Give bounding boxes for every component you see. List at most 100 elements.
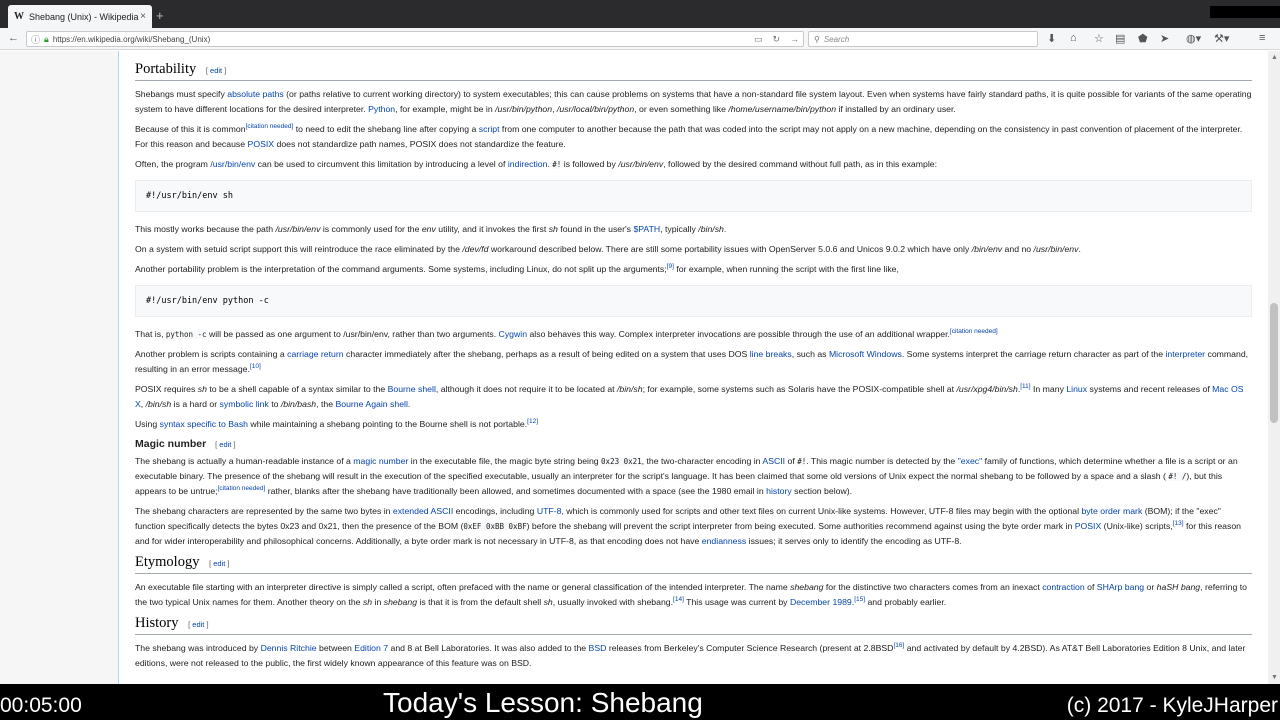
paragraph: The shebang characters are represented b… — [135, 506, 1242, 546]
link-usr-bin-env[interactable]: /usr/bin/env — [210, 159, 255, 169]
link-ascii[interactable]: ASCII — [762, 456, 785, 466]
code-block: #!/usr/bin/env python -c — [135, 285, 1252, 317]
info-icon[interactable]: ⓘ — [31, 33, 40, 46]
link-syntax-specific-to-bash[interactable]: syntax specific to Bash — [160, 419, 248, 429]
citation-needed[interactable]: [citation needed] — [950, 328, 998, 335]
link-interpreter[interactable]: interpreter — [1165, 349, 1205, 359]
wiki-sidebar — [0, 51, 118, 684]
edit-link: [ edit ] — [215, 440, 236, 449]
tab-shebang[interactable]: W Shebang (Unix) - Wikipedia × — [8, 5, 152, 28]
wikipedia-favicon-icon: W — [14, 11, 24, 22]
download-icon[interactable]: ⬇ — [1047, 32, 1056, 45]
link-carriage-return[interactable]: carriage return — [287, 349, 344, 359]
link-bourne-shell[interactable]: Bourne shell — [388, 384, 436, 394]
scrollbar-thumb[interactable] — [1270, 303, 1278, 423]
paragraph: Often, the program /usr/bin/env can be u… — [135, 159, 938, 169]
link-cygwin[interactable]: Cygwin — [499, 329, 528, 339]
pocket-icon[interactable]: ⬟ — [1138, 32, 1148, 45]
edit-link: [ edit ] — [209, 559, 230, 568]
link-linux[interactable]: Linux — [1066, 384, 1087, 394]
lock-icon[interactable]: 🔒︎ — [44, 34, 49, 45]
paragraph: The shebang was introduced by Dennis Rit… — [135, 642, 1246, 668]
link-byte-order-mark[interactable]: byte order mark — [1081, 506, 1142, 516]
link-utf-8[interactable]: UTF-8 — [537, 506, 562, 516]
web-page: Portability [ edit ] Shebangs must speci… — [0, 51, 1268, 684]
link-december-1989[interactable]: December 1989 — [790, 597, 852, 607]
section-heading-etymology: Etymology [ edit ] — [135, 554, 1252, 574]
link-bsd[interactable]: BSD — [589, 643, 607, 653]
extension-globe-icon[interactable]: ◍▾ — [1186, 32, 1201, 45]
back-arrow-icon[interactable]: ← — [8, 32, 19, 44]
link-absolute-paths[interactable]: absolute paths — [227, 89, 284, 99]
edit-link: [ edit ] — [205, 66, 227, 75]
search-input[interactable]: Search — [824, 35, 849, 44]
link-bourne-again-shell[interactable]: Bourne Again shell — [335, 399, 407, 409]
citation-needed[interactable]: [citation needed] — [246, 123, 294, 130]
citation-10[interactable]: [10] — [250, 363, 261, 370]
tab-close-icon[interactable]: × — [140, 11, 146, 22]
link-microsoft-windows[interactable]: Microsoft Windows — [829, 349, 902, 359]
paragraph: An executable file starting with an inte… — [135, 582, 1247, 607]
menu-hamburger-icon[interactable]: ≡ — [1259, 32, 1265, 44]
citation-16[interactable]: [16] — [893, 642, 904, 649]
paragraph: That is, python -c will be passed as one… — [135, 328, 998, 339]
paragraph: Shebangs must specify absolute paths (or… — [135, 89, 1252, 114]
paragraph: Using syntax specific to Bash while main… — [135, 418, 538, 429]
link-history[interactable]: history — [766, 486, 792, 496]
citation-15[interactable]: [15] — [854, 596, 865, 603]
link-indirection[interactable]: indirection — [508, 159, 548, 169]
forward-arrow-icon[interactable]: → — [790, 34, 799, 44]
citation-12[interactable]: [12] — [527, 418, 538, 425]
home-icon[interactable]: ⌂ — [1070, 32, 1077, 44]
reload-icon[interactable]: ↻ — [772, 34, 780, 45]
link-symbolic-link[interactable]: symbolic link — [220, 399, 269, 409]
search-bar[interactable]: ⚲ Search — [808, 31, 1038, 47]
citation-needed[interactable]: [citation needed] — [218, 485, 266, 492]
library-icon[interactable]: ▤ — [1115, 32, 1125, 45]
link-sharp-bang[interactable]: SHArp bang — [1097, 582, 1144, 592]
link-extended-ascii[interactable]: extended ASCII — [393, 506, 453, 516]
paragraph: Because of this it is common[citation ne… — [135, 123, 1243, 149]
citation-14[interactable]: [14] — [673, 596, 684, 603]
paragraph: The shebang is actually a human-readable… — [135, 456, 1238, 496]
reader-view-icon[interactable]: ▭ — [754, 34, 763, 45]
section-heading-magic-number: Magic number [ edit ] — [135, 438, 236, 450]
paragraph: Another problem is scripts containing a … — [135, 349, 1249, 374]
navigation-toolbar: ← ⓘ 🔒︎ https://en.wikipedia.org/wiki/She… — [0, 28, 1280, 50]
scroll-up-arrow-icon[interactable]: ▲ — [1271, 54, 1278, 61]
link-exec[interactable]: "exec" — [958, 456, 983, 466]
url-bar[interactable]: ⓘ 🔒︎ https://en.wikipedia.org/wiki/Sheba… — [26, 31, 804, 47]
link-python[interactable]: Python — [368, 104, 395, 114]
code-block: #!/usr/bin/env sh — [135, 180, 1252, 212]
paragraph: On a system with setuid script support t… — [135, 244, 1081, 254]
link-dennis-ritchie[interactable]: Dennis Ritchie — [261, 643, 317, 653]
tab-title: Shebang (Unix) - Wikipedia — [29, 11, 139, 22]
link-posix[interactable]: POSIX — [1075, 521, 1102, 531]
link-line-breaks[interactable]: line breaks — [750, 349, 792, 359]
timer-text: 00:05:00 — [0, 694, 82, 717]
tools-icon[interactable]: ⚒▾ — [1214, 32, 1229, 45]
paragraph: POSIX requires sh to be a shell capable … — [135, 383, 1244, 409]
link-contraction[interactable]: contraction — [1042, 582, 1085, 592]
citation-9[interactable]: [9] — [667, 263, 674, 270]
link-endianness[interactable]: endianness — [702, 536, 746, 546]
section-heading-history: History [ edit ] — [135, 615, 1252, 635]
tab-strip: W Shebang (Unix) - Wikipedia × + — [0, 0, 1280, 28]
bookmark-star-icon[interactable]: ☆ — [1094, 32, 1104, 45]
vertical-scrollbar[interactable]: ▲ ▼ — [1268, 51, 1280, 684]
link-script[interactable]: script — [479, 124, 500, 134]
citation-13[interactable]: [13] — [1173, 520, 1184, 527]
new-tab-button[interactable]: + — [156, 8, 164, 23]
window-controls-area — [1210, 6, 1280, 18]
send-icon[interactable]: ➤ — [1160, 32, 1169, 45]
scroll-down-arrow-icon[interactable]: ▼ — [1271, 674, 1278, 681]
video-caption-bar: 00:05:00 Today's Lesson: Shebang (c) 201… — [0, 684, 1280, 720]
search-icon: ⚲ — [814, 34, 820, 44]
link-magic-number[interactable]: magic number — [353, 456, 408, 466]
section-heading-portability: Portability [ edit ] — [135, 61, 1252, 81]
link-edition-7[interactable]: Edition 7 — [354, 643, 388, 653]
link-posix[interactable]: POSIX — [248, 139, 275, 149]
link-path[interactable]: $PATH — [633, 224, 660, 234]
citation-11[interactable]: [11] — [1020, 383, 1030, 390]
url-text[interactable]: https://en.wikipedia.org/wiki/Shebang_(U… — [53, 35, 744, 44]
